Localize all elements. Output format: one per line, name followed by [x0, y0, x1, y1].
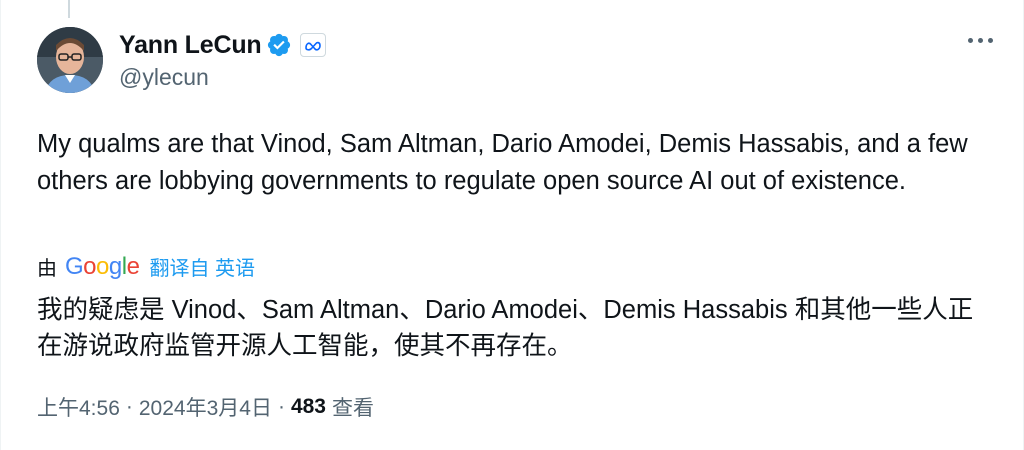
more-dot — [968, 38, 973, 43]
post-date[interactable]: 2024年3月4日 — [139, 392, 272, 422]
translation-attribution: 由 Google 翻译自 英语 — [37, 252, 255, 281]
name-row: Yann LeCun — [119, 30, 327, 60]
tweet-header: Yann LeCun @ylecun — [119, 30, 327, 91]
avatar[interactable] — [37, 27, 103, 93]
separator: · — [125, 395, 133, 418]
views-count[interactable]: 483 — [291, 395, 326, 419]
translated-text: 我的疑虑是 Vinod、Sam Altman、Dario Amodei、Demi… — [37, 296, 974, 360]
more-dot — [978, 38, 983, 43]
more-options-icon[interactable] — [968, 38, 993, 43]
meta-logo-icon — [305, 41, 322, 51]
separator: · — [277, 395, 285, 418]
verified-badge-icon[interactable] — [266, 32, 292, 58]
affiliation-badge[interactable] — [300, 33, 327, 57]
post-time[interactable]: 上午4:56 — [37, 392, 120, 422]
user-handle[interactable]: @ylecun — [119, 64, 326, 91]
google-logo-icon: Google — [65, 252, 140, 280]
translated-from-link[interactable]: 翻译自 英语 — [149, 252, 255, 281]
tweet-footer: 上午4:56 · 2024年3月4日 · 483 查看 — [37, 392, 374, 422]
views-label[interactable]: 查看 — [332, 392, 374, 422]
display-name[interactable]: Yann LeCun — [119, 31, 262, 60]
translated-by-label: 由 — [37, 258, 57, 280]
avatar-image — [37, 27, 103, 93]
thread-line — [68, 0, 70, 18]
tweet-text: My qualms are that Vinod, Sam Altman, Da… — [37, 130, 968, 195]
more-dot — [988, 38, 993, 43]
tweet-card: Yann LeCun @ylecun My qualms are that Vi… — [0, 0, 1024, 450]
